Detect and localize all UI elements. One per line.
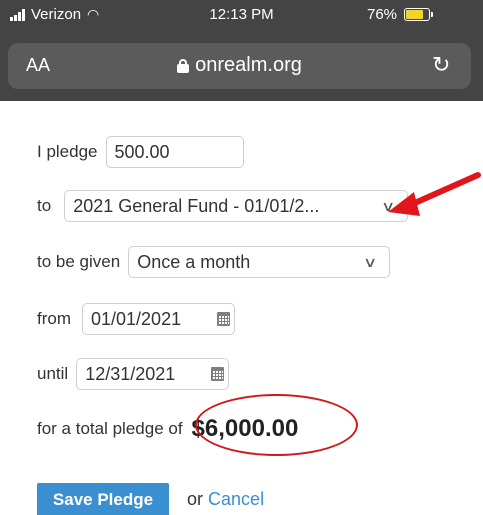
save-pledge-label: Save Pledge: [52, 490, 154, 509]
save-pledge-button[interactable]: Save Pledge: [37, 483, 169, 515]
red-arrow-shaft: [405, 172, 481, 209]
or-text: or: [187, 489, 204, 509]
or-cancel-group: or Cancel: [187, 489, 264, 510]
cancel-link[interactable]: Cancel: [208, 489, 264, 509]
red-arrow-overlay: [388, 172, 481, 216]
red-arrow-head: [388, 192, 420, 216]
